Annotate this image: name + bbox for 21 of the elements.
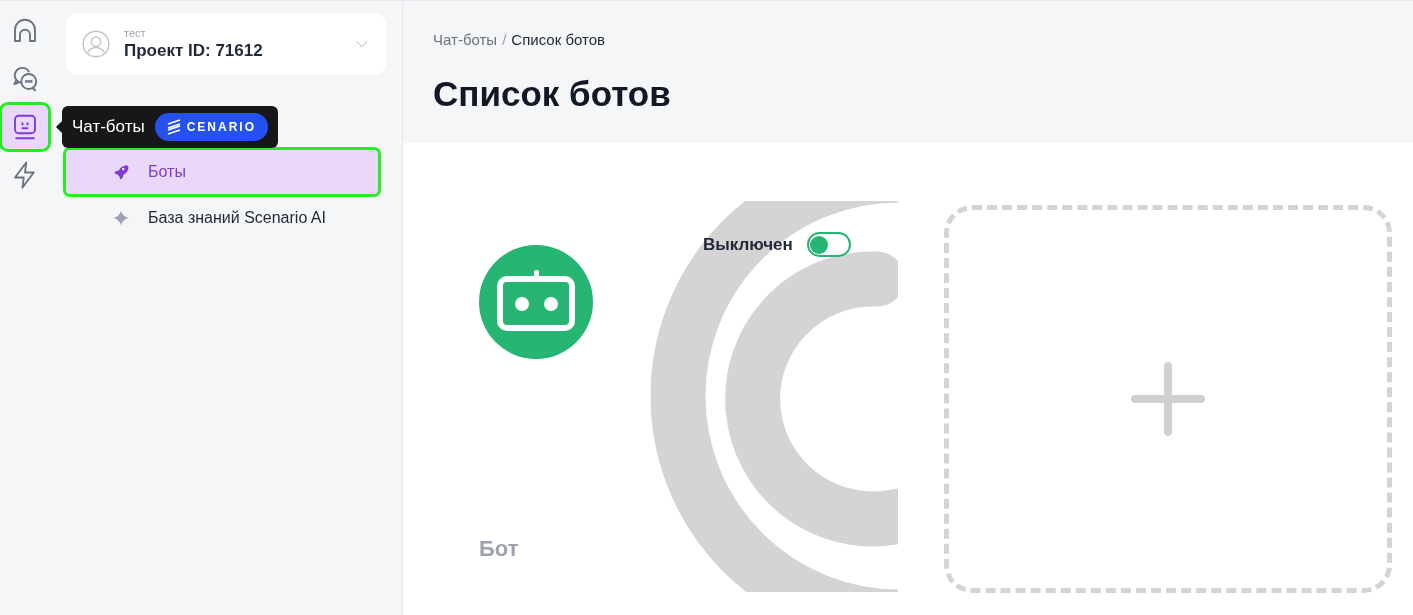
diamond-icon: [112, 209, 130, 227]
project-caption: тест: [124, 26, 146, 40]
rail-button[interactable]: [2, 105, 48, 149]
user-icon: [82, 30, 110, 58]
tooltip-label: Чат-боты: [72, 116, 145, 139]
page-title: Список ботов: [433, 72, 672, 115]
robot-avatar-icon: [479, 245, 593, 359]
project-selector[interactable]: тест Проект ID: 71612: [66, 13, 386, 75]
nav-item[interactable]: База знаний Scenario AI: [66, 196, 378, 240]
s-logo-icon: [166, 119, 181, 135]
breadcrumb-separator: /: [502, 30, 507, 50]
breadcrumb-current: Список ботов: [511, 30, 605, 50]
plus-icon: [1131, 362, 1205, 436]
bot-status: Выключен: [703, 234, 793, 256]
rocket-icon: [112, 163, 130, 181]
breadcrumb-link[interactable]: Чат-боты: [433, 29, 498, 52]
project-title: Проект ID: 71612: [124, 39, 263, 62]
status-toggle[interactable]: [806, 232, 851, 258]
scenario-badge: CENARIO: [154, 113, 269, 141]
bot-name: Бот: [479, 535, 519, 563]
nav-item[interactable]: Боты: [66, 150, 378, 194]
